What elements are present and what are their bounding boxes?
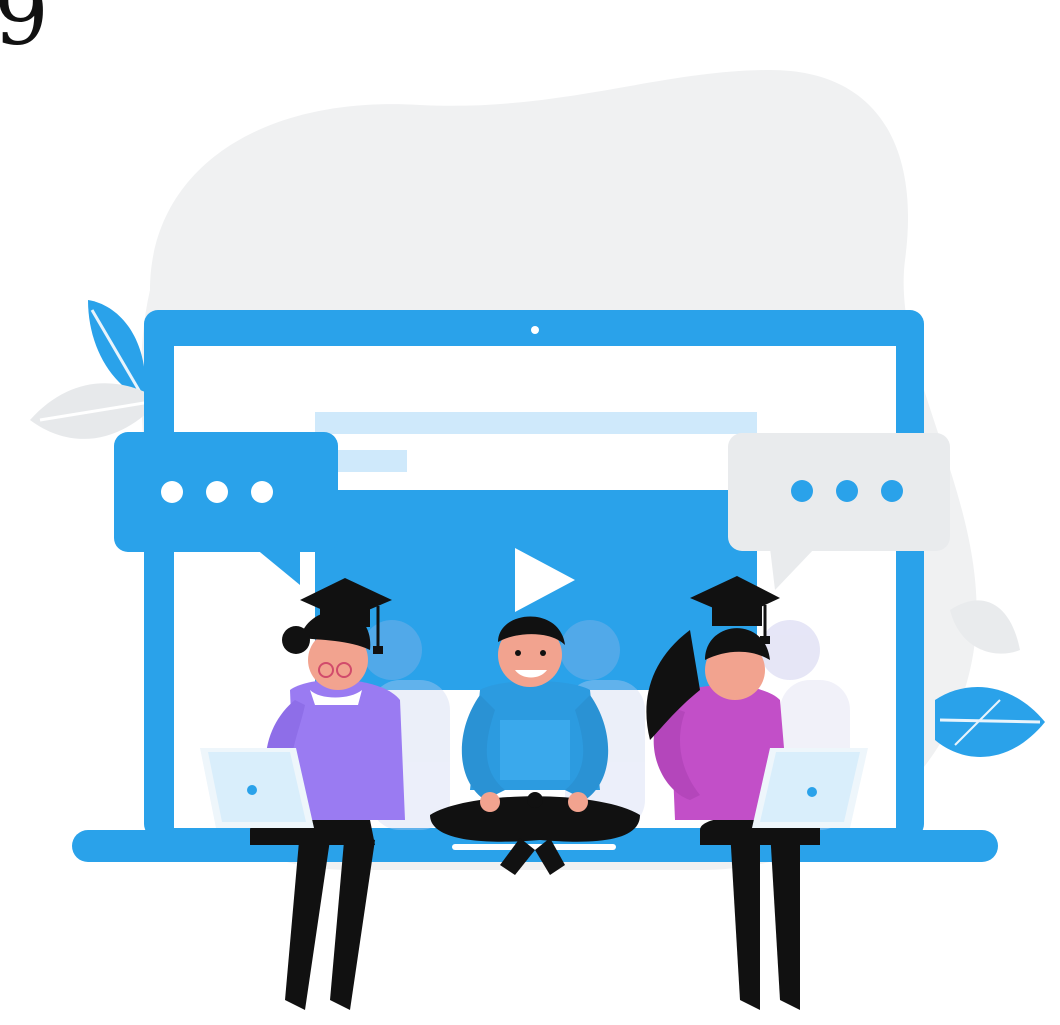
laptop-icon bbox=[752, 748, 868, 828]
webcam-dot bbox=[531, 326, 539, 334]
scene-svg bbox=[30, 70, 1045, 1010]
laptop-icon bbox=[200, 748, 314, 828]
ellipsis-icon bbox=[161, 481, 273, 503]
corner-glyph: 9 bbox=[0, 0, 49, 65]
trackpad-line bbox=[452, 844, 616, 850]
screen-header-bar bbox=[315, 412, 757, 434]
e-learning-illustration: 9 bbox=[0, 0, 1060, 1021]
leaf-icon bbox=[30, 300, 160, 439]
ellipsis-icon bbox=[791, 480, 903, 502]
